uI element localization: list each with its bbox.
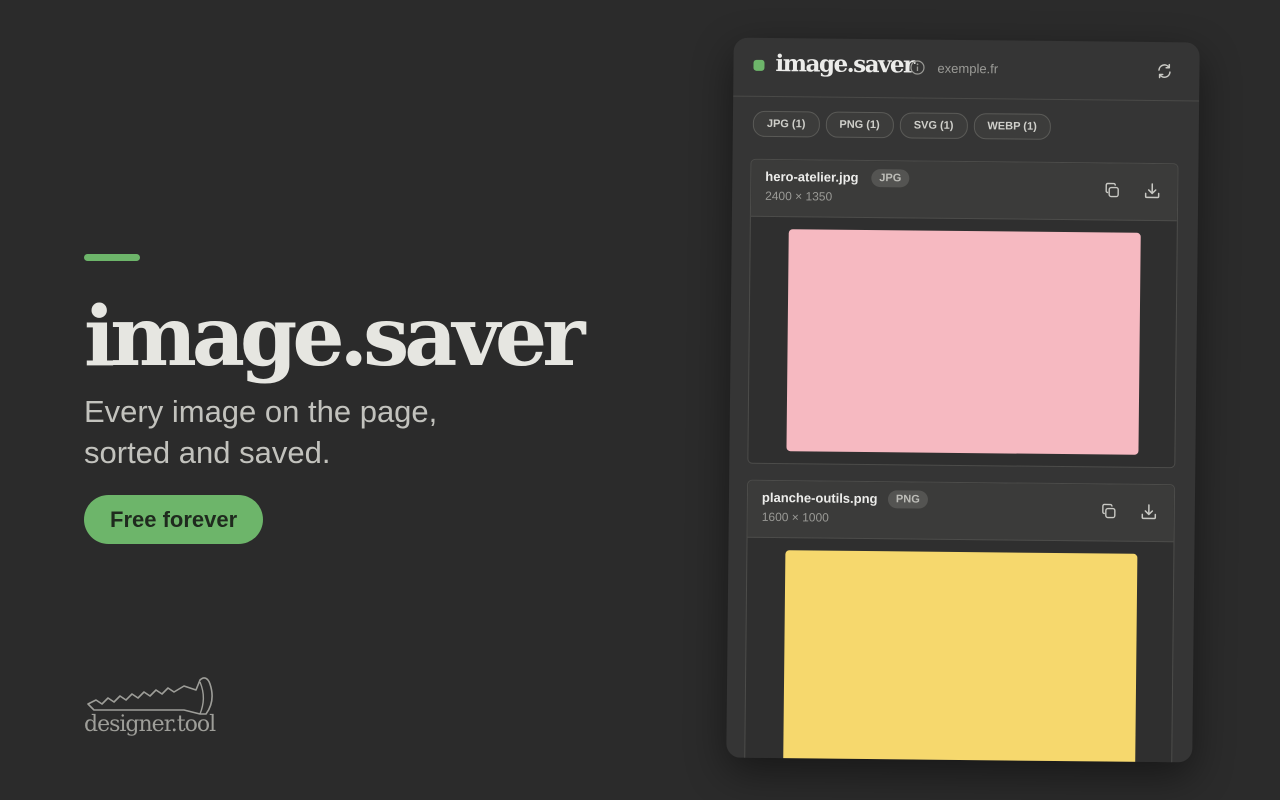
type-badge: PNG: [887, 490, 928, 509]
accent-bar: [84, 254, 140, 261]
status-indicator: [753, 59, 765, 71]
image-preview-area: [748, 217, 1177, 467]
filter-webp[interactable]: WEBP (1): [973, 113, 1051, 140]
image-preview[interactable]: [786, 229, 1141, 455]
panel-app-name: image.saver: [775, 50, 914, 79]
brand-name: designer.tool: [84, 712, 216, 737]
image-dimensions: 1600 × 1000: [761, 509, 829, 525]
hero-section: image.saver Every image on the page, sor…: [84, 254, 644, 544]
site-host: exemple.fr: [937, 60, 999, 77]
filter-png[interactable]: PNG (1): [825, 111, 894, 139]
filter-jpg[interactable]: JPG (1): [752, 110, 820, 138]
panel-header: image.saver exemple.fr: [733, 37, 1200, 102]
copy-icon[interactable]: [1103, 181, 1121, 199]
image-card: planche-outils.png PNG 1600 × 1000: [743, 479, 1176, 763]
image-preview-area: [745, 538, 1174, 763]
type-badge: JPG: [871, 169, 910, 188]
download-icon[interactable]: [1143, 182, 1161, 200]
format-filters: JPG (1) PNG (1) SVG (1) WEBP (1): [733, 97, 1199, 142]
image-card-header: hero-atelier.jpg JPG 2400 × 1350: [750, 159, 1178, 222]
download-icon[interactable]: [1140, 503, 1158, 521]
hero-tagline: Every image on the page, sorted and save…: [84, 394, 438, 470]
image-dimensions: 2400 × 1350: [765, 188, 833, 204]
extension-panel: image.saver exemple.fr JPG (1) PNG (1) S…: [726, 37, 1200, 763]
hero-title: image.saver: [84, 289, 585, 385]
copy-icon[interactable]: [1100, 502, 1118, 520]
free-forever-button[interactable]: Free forever: [84, 495, 264, 544]
filter-svg[interactable]: SVG (1): [899, 112, 968, 140]
file-name: hero-atelier.jpg: [765, 168, 859, 185]
image-card: hero-atelier.jpg JPG 2400 × 1350: [747, 158, 1179, 469]
file-name: planche-outils.png: [761, 489, 878, 507]
image-card-header: planche-outils.png PNG 1600 × 1000: [747, 480, 1175, 543]
refresh-icon[interactable]: [1155, 62, 1173, 80]
designer-tool-logo: designer.tool: [84, 674, 224, 746]
info-icon[interactable]: [909, 59, 925, 75]
image-preview[interactable]: [783, 550, 1138, 763]
